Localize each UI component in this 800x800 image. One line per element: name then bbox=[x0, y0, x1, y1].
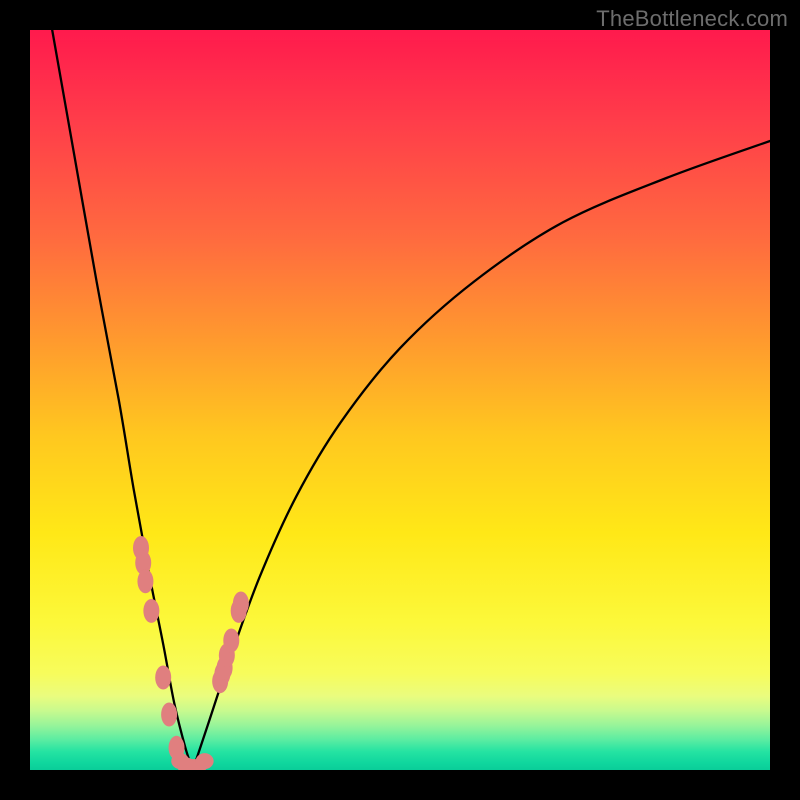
bottleneck-curve-right bbox=[193, 141, 770, 770]
data-point bbox=[196, 753, 214, 769]
data-point bbox=[137, 569, 153, 593]
data-point bbox=[223, 629, 239, 653]
curve-layer bbox=[30, 30, 770, 770]
chart-frame: TheBottleneck.com bbox=[0, 0, 800, 800]
bottleneck-curve-left bbox=[52, 30, 193, 770]
plot-area bbox=[30, 30, 770, 770]
data-point bbox=[161, 703, 177, 727]
watermark-text: TheBottleneck.com bbox=[596, 6, 788, 32]
data-point bbox=[143, 599, 159, 623]
data-points bbox=[133, 536, 249, 770]
data-point bbox=[155, 666, 171, 690]
data-point bbox=[233, 592, 249, 616]
